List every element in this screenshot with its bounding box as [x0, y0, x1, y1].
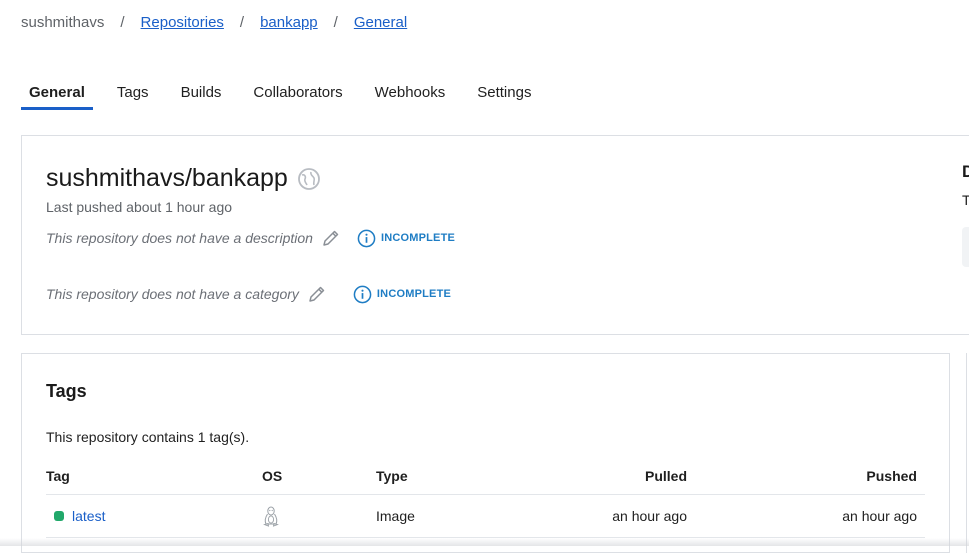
repo-title-row: sushmithavs/bankapp	[46, 164, 321, 193]
tab-collaborators[interactable]: Collaborators	[245, 84, 350, 109]
tags-table-header: Tag OS Type Pulled Pushed	[46, 458, 925, 495]
tag-name: latest	[72, 508, 105, 524]
tag-type: Image	[376, 508, 415, 524]
column-header-os: OS	[262, 468, 282, 484]
globe-icon	[297, 167, 321, 191]
incomplete-label: INCOMPLETE	[377, 288, 451, 300]
tag-status-dot	[54, 511, 64, 521]
breadcrumb-separator: /	[240, 14, 244, 31]
category-row: This repository does not have a category…	[46, 284, 451, 304]
breadcrumb-separator: /	[334, 14, 338, 31]
description-incomplete-badge: INCOMPLETE	[357, 229, 455, 248]
last-pushed-text: Last pushed about 1 hour ago	[46, 199, 232, 215]
side-panel-heading-peek: D	[962, 162, 969, 182]
breadcrumb-repositories-link[interactable]: Repositories	[141, 14, 224, 31]
tab-builds[interactable]: Builds	[173, 84, 230, 109]
side-panel-box-peek	[962, 227, 969, 267]
repo-tabs: General Tags Builds Collaborators Webhoo…	[21, 84, 555, 109]
column-header-tag: Tag	[46, 468, 70, 484]
edit-description-pencil-icon[interactable]	[321, 228, 341, 248]
linux-icon	[262, 505, 280, 527]
tab-tags[interactable]: Tags	[109, 84, 157, 109]
repo-title: sushmithavs/bankapp	[46, 164, 288, 193]
breadcrumb-user: sushmithavs	[21, 14, 104, 31]
info-icon	[353, 285, 372, 304]
table-row: latest Image an hour ago an hour ago	[46, 495, 925, 538]
incomplete-label: INCOMPLETE	[381, 232, 455, 244]
edit-category-pencil-icon[interactable]	[307, 284, 327, 304]
side-panel-text-peek: T	[962, 192, 969, 208]
breadcrumb: sushmithavs / Repositories / bankapp / G…	[21, 14, 407, 31]
tags-count-text: This repository contains 1 tag(s).	[46, 429, 249, 445]
column-header-pulled: Pulled	[645, 468, 687, 484]
tab-settings[interactable]: Settings	[469, 84, 539, 109]
tags-heading: Tags	[46, 381, 87, 402]
repo-info-card: sushmithavs/bankapp Last pushed about 1 …	[21, 135, 969, 335]
tab-general[interactable]: General	[21, 84, 93, 109]
info-icon	[357, 229, 376, 248]
column-header-type: Type	[376, 468, 408, 484]
tab-webhooks[interactable]: Webhooks	[367, 84, 454, 109]
description-row: This repository does not have a descript…	[46, 228, 455, 248]
tag-pulled: an hour ago	[612, 508, 687, 524]
description-text: This repository does not have a descript…	[46, 230, 313, 246]
tags-table: Tag OS Type Pulled Pushed latest Image a…	[46, 458, 925, 538]
tag-link-latest[interactable]: latest	[54, 508, 105, 524]
category-incomplete-badge: INCOMPLETE	[353, 285, 451, 304]
column-header-pushed: Pushed	[866, 468, 917, 484]
tag-pushed: an hour ago	[842, 508, 917, 524]
bottom-shadow	[0, 538, 969, 546]
category-text: This repository does not have a category	[46, 286, 299, 302]
breadcrumb-general-link[interactable]: General	[354, 14, 407, 31]
breadcrumb-separator: /	[120, 14, 124, 31]
tags-card: Tags This repository contains 1 tag(s). …	[21, 353, 950, 553]
breadcrumb-repo-link[interactable]: bankapp	[260, 14, 318, 31]
